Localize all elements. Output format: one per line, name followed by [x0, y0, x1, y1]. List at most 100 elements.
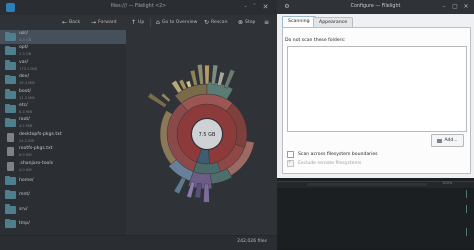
radial-segment[interactable]	[185, 80, 192, 88]
sidebar-list-item[interactable]: root/4.2 MiB	[0, 116, 126, 130]
background-progress-fill	[307, 183, 427, 186]
sidebar-item-name: srv/	[19, 206, 28, 212]
sidebar-item-size: 19.3 MiB	[19, 81, 35, 86]
configure-dialog: ⚙ Configure — Filelight – ▢ ✕ Scanning A…	[277, 0, 474, 178]
filelight-window-title: files:/// — Filelight <2>	[110, 4, 167, 9]
folder-add-icon	[437, 138, 443, 143]
sidebar-list-item[interactable]: boot/12.3 MiB	[0, 88, 126, 102]
excluded-folders-list[interactable]	[287, 46, 467, 132]
file-icon	[7, 147, 14, 157]
radial-map[interactable]: 7.5 GB	[126, 30, 277, 235]
up-label: Up	[138, 20, 145, 25]
radial-segment[interactable]	[203, 183, 210, 203]
status-bar: 242,026 files	[0, 235, 277, 250]
toolbar-separator	[150, 18, 151, 27]
sidebar-item-size: 12.3 MiB	[19, 95, 35, 100]
refresh-icon: ↻	[204, 19, 210, 26]
radial-segment[interactable]	[197, 64, 204, 85]
up-button[interactable]: ↑ Up	[131, 17, 144, 28]
sidebar-item-name: mnt/	[19, 192, 30, 198]
filelight-window: files:/// — Filelight <2> ⌄ ⌃ ✕ ← Back →…	[0, 0, 277, 250]
background-percent: 100%	[442, 181, 453, 185]
background-marker	[466, 190, 467, 198]
sidebar-item-size: 4.0 KiB	[19, 167, 32, 172]
radial-segment[interactable]	[217, 71, 225, 87]
maximize-icon[interactable]: ⌃	[252, 4, 257, 9]
rescan-button[interactable]: ↻ Rescan	[204, 17, 228, 28]
sidebar-item-name: root/	[19, 117, 30, 123]
scan-across-fs-checkbox[interactable]: Scan across filesystem boundaries	[287, 150, 378, 158]
back-label: Back	[69, 20, 81, 25]
radial-segment[interactable]	[161, 93, 171, 103]
folder-icon	[5, 74, 16, 85]
sidebar-list-item[interactable]: desktopfs-pkgs.txt 24.2 KiB	[0, 131, 126, 145]
exclude-remote-checkbox[interactable]: ✓ Exclude remote filesystems	[287, 159, 361, 167]
sidebar-item-name: .shanjaro-tools	[19, 160, 54, 166]
sidebar-item-name: etc/	[19, 103, 28, 108]
close-icon[interactable]: ✕	[462, 3, 470, 11]
hamburger-menu-icon: ≡	[264, 19, 270, 26]
stop-icon: ⊗	[238, 19, 244, 26]
folder-icon	[5, 89, 16, 99]
sidebar-list-item[interactable]: rootfs-pkgs.txt 6.9 KiB	[0, 145, 126, 159]
add-folder-button[interactable]: Add...	[431, 134, 464, 147]
radial-segment[interactable]	[223, 69, 236, 89]
go-to-overview-button[interactable]: ⌂ Go to Overview	[156, 17, 197, 28]
sidebar-list-item[interactable]: mnt/	[0, 188, 126, 202]
sidebar-list-item[interactable]: var/173.1 MiB	[0, 59, 126, 73]
radial-segment[interactable]	[211, 64, 219, 85]
radial-segment[interactable]	[189, 69, 198, 86]
sidebar-list-item[interactable]: home/	[0, 174, 126, 188]
forward-button[interactable]: → Forward	[91, 17, 117, 28]
menu-button[interactable]: ≡	[264, 17, 269, 28]
radial-segment[interactable]	[173, 177, 187, 195]
radial-segment[interactable]	[204, 65, 210, 85]
radial-map-area[interactable]: 7.5 GB	[126, 30, 277, 235]
file-icon	[7, 161, 14, 171]
sidebar-item-name: usr/	[19, 31, 28, 36]
sidebar-item-name: opt/	[19, 45, 29, 51]
sidebar-list-item[interactable]: opt/2.3 GB	[0, 44, 126, 58]
radial-center-label: 7.5 GB	[199, 132, 216, 138]
folder-icon	[5, 189, 16, 200]
background-marker	[466, 228, 467, 236]
minimize-icon[interactable]: ⌄	[243, 4, 248, 9]
sidebar-list-item[interactable]: etc/8.3 MiB	[0, 102, 126, 116]
sidebar-list-item[interactable]: dev/19.3 MiB	[0, 73, 126, 87]
sidebar-item-size: 6.9 KiB	[19, 153, 32, 158]
go-to-overview-label: Go to Overview	[161, 20, 198, 25]
folder-icon	[5, 218, 16, 229]
folder-icon	[5, 45, 16, 56]
stop-button[interactable]: ⊗ Stop	[238, 17, 255, 28]
folder-icon	[5, 60, 16, 70]
folder-icon	[5, 103, 16, 113]
sidebar-list-item[interactable]: .shanjaro-tools 4.0 KiB	[0, 160, 126, 174]
arrow-up-icon: ↑	[131, 19, 137, 26]
sidebar-item-name: dev/	[19, 74, 30, 80]
maximize-icon[interactable]: ▢	[451, 3, 459, 11]
do-not-scan-label: Do not scan these folders:	[285, 38, 346, 43]
arrow-right-icon: →	[91, 19, 97, 26]
file-icon	[7, 132, 14, 142]
background-marker	[466, 205, 467, 213]
sidebar-item-size: 2.3 GB	[19, 52, 32, 57]
background-window	[277, 178, 474, 249]
filelight-app-icon	[6, 3, 15, 12]
checkbox-unchecked-icon[interactable]	[287, 150, 294, 158]
radial-segment[interactable]	[186, 181, 196, 199]
checkmark-icon: ✓	[288, 158, 293, 165]
forward-label: Forward	[98, 20, 117, 25]
minimize-icon[interactable]: –	[440, 3, 448, 11]
checkbox-checked-icon[interactable]: ✓	[287, 158, 294, 167]
back-button[interactable]: ← Back	[62, 17, 80, 28]
folder-icon	[5, 117, 16, 128]
folder-icon	[5, 31, 16, 41]
sidebar-list-item[interactable]: tmp/	[0, 217, 126, 231]
sidebar-list-item[interactable]: usr/4.3 GB	[0, 30, 126, 44]
radial-segment[interactable]	[193, 161, 221, 175]
folder-icon	[5, 204, 16, 214]
sidebar-list-item[interactable]: srv/	[0, 203, 126, 217]
configure-titlebar: ⚙ Configure — Filelight – ▢ ✕	[277, 0, 474, 14]
sidebar-item-size: 173.1 MiB	[19, 66, 37, 71]
close-icon[interactable]: ✕	[261, 3, 270, 12]
